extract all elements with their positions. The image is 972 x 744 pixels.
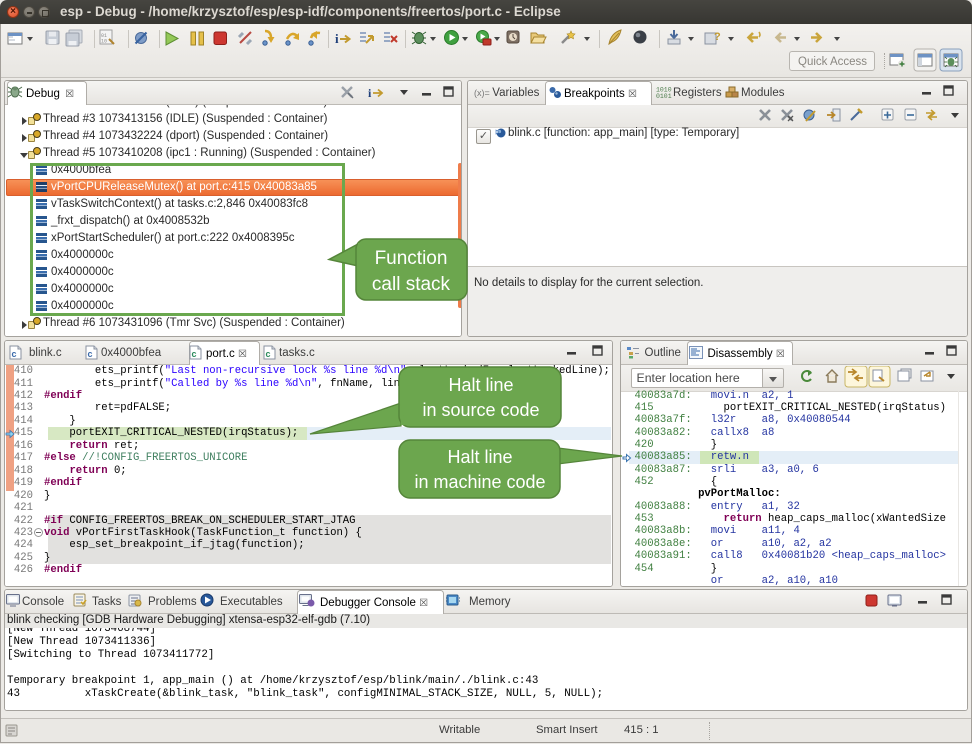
svg-text:0101: 0101: [656, 93, 672, 100]
svg-text:c: c: [12, 349, 17, 359]
svg-text:c: c: [192, 349, 197, 359]
svg-text:c: c: [266, 349, 271, 359]
svg-text:Halt line: Halt line: [447, 447, 512, 467]
svg-text:i: i: [335, 31, 339, 46]
svg-text:10: 10: [101, 39, 107, 45]
svg-text:call stack: call stack: [372, 274, 451, 295]
svg-text:Function: Function: [375, 248, 448, 269]
svg-text:Halt line: Halt line: [448, 375, 513, 395]
svg-text:?: ?: [714, 31, 721, 43]
svg-text:c: c: [88, 349, 93, 359]
svg-text:in machine code: in machine code: [414, 472, 545, 492]
svg-text:i: i: [368, 86, 372, 100]
svg-text:in source code: in source code: [422, 400, 539, 420]
